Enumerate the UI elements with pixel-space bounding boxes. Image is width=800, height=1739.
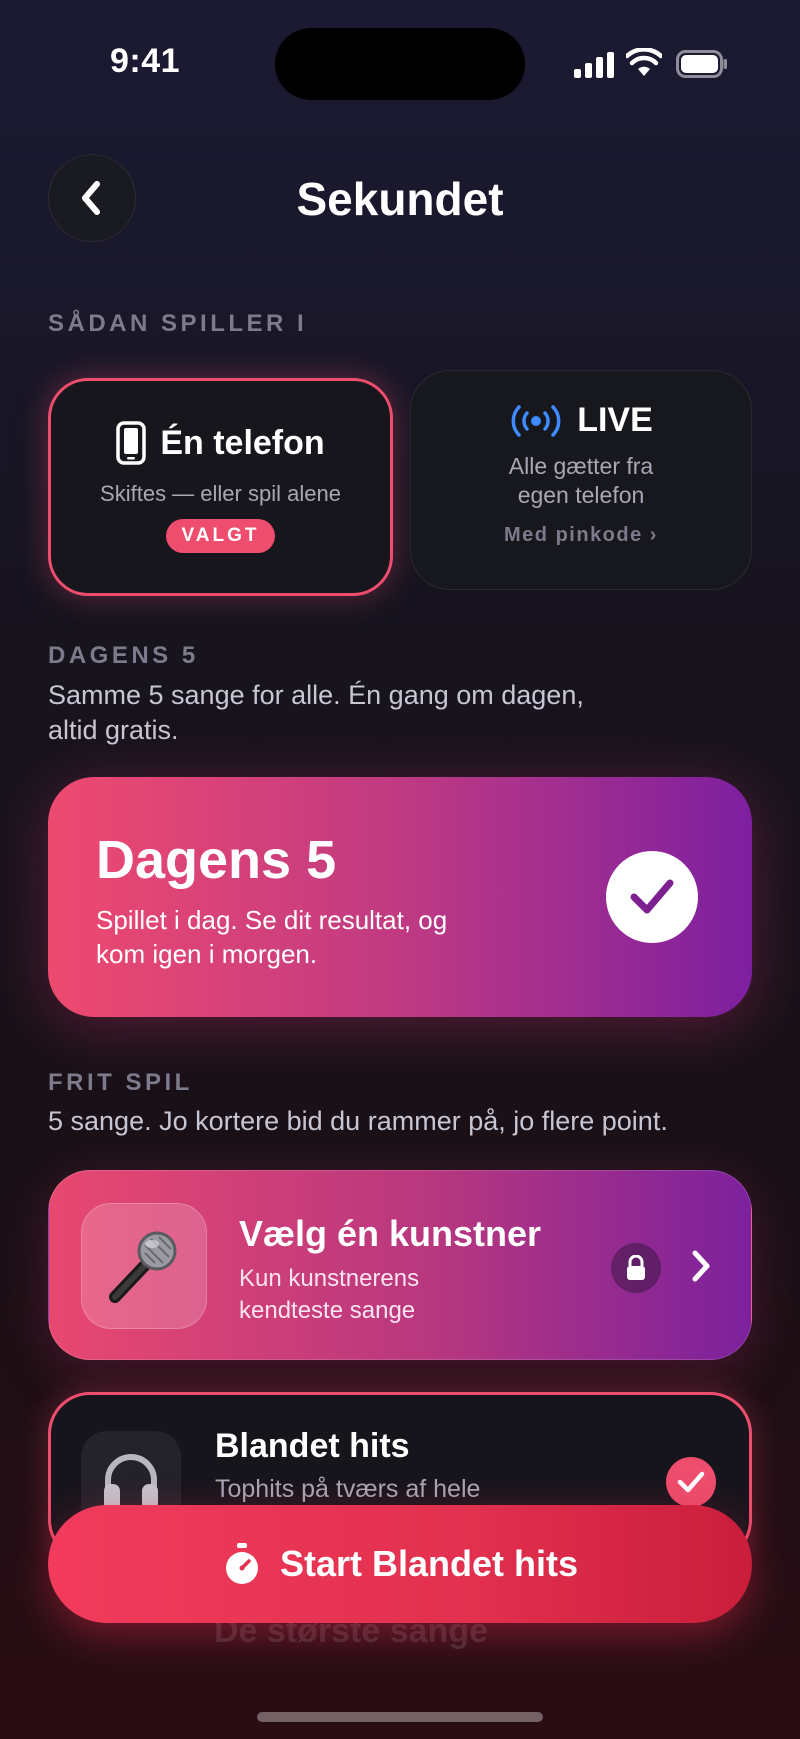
start-button-label: Start Blandet hits [279,1543,579,1584]
daily-card-text: Spillet i dag. Se dit resultat, og kom i… [96,903,556,971]
pincode-link[interactable]: Med pinkode › [411,524,751,547]
mode-subtitle-live-line2: egen telefon [517,482,645,508]
cellular-signal-icon [574,52,614,78]
artist-card-subtitle-line1: Kun kunstnerens [239,1265,420,1292]
artist-card-subtitle-line2: kendteste sange [239,1297,416,1324]
broadcast-icon [511,404,561,437]
section-desc-free-play: 5 sange. Jo kortere bid du rammer på, jo… [48,1106,668,1136]
stopwatch-icon [225,1543,258,1584]
wifi-icon [626,48,662,76]
mode-title-one-phone: Én telefon [160,423,325,462]
choose-artist-card[interactable]: Vælg én kunstner Kun kunstnerens kendtes… [48,1170,752,1360]
completed-check-icon [606,851,698,943]
mode-subtitle-live-line1: Alle gætter fra [508,453,654,479]
daily-card-text-line1: Spillet i dag. Se dit resultat, og [96,905,448,935]
section-label-play-mode: SÅDAN SPILLER I [48,310,308,337]
status-time: 9:41 [110,42,181,80]
microphone-icon [81,1203,207,1329]
mode-card-one-phone[interactable]: Én telefon Skiftes — eller spil alene VA… [48,378,393,596]
mode-title-live: LIVE [577,401,653,439]
lock-icon [611,1243,661,1293]
mode-card-live[interactable]: LIVE Alle gætter fra egen telefon Med pi… [410,370,752,590]
battery-icon [676,50,727,78]
status-bar: 9:41 [0,0,800,130]
mode-subtitle-live: Alle gætter fra egen telefon [411,452,751,510]
section-label-daily: DAGENS 5 [48,642,199,669]
daily-card-title: Dagens 5 [96,830,337,890]
start-button[interactable]: Start Blandet hits [48,1505,752,1623]
selected-check-icon [666,1457,716,1507]
chevron-right-icon [692,1250,710,1282]
page-title: Sekundet [296,173,504,225]
section-desc-daily: Samme 5 sange for alle. Én gang om dagen… [48,678,584,748]
section-label-free-play: FRIT SPIL [48,1069,193,1096]
home-indicator[interactable] [257,1712,543,1722]
selected-badge: VALGT [165,519,276,553]
mixed-hits-subtitle: Tophits på tværs af hele [215,1475,481,1503]
dynamic-island [275,28,525,100]
artist-card-title: Vælg én kunstner [239,1213,542,1254]
daily-card-text-line2: kom igen i morgen. [96,939,318,969]
phone-icon [116,421,147,465]
artist-card-subtitle: Kun kunstnerens kendteste sange [239,1263,419,1327]
section-desc-daily-line2: altid gratis. [48,715,179,745]
section-desc-daily-line1: Samme 5 sange for alle. Én gang om dagen… [48,680,584,710]
mixed-hits-title: Blandet hits [215,1427,410,1465]
mode-subtitle-one-phone: Skiftes — eller spil alene [100,481,341,506]
daily-five-card[interactable]: Dagens 5 Spillet i dag. Se dit resultat,… [48,777,752,1017]
